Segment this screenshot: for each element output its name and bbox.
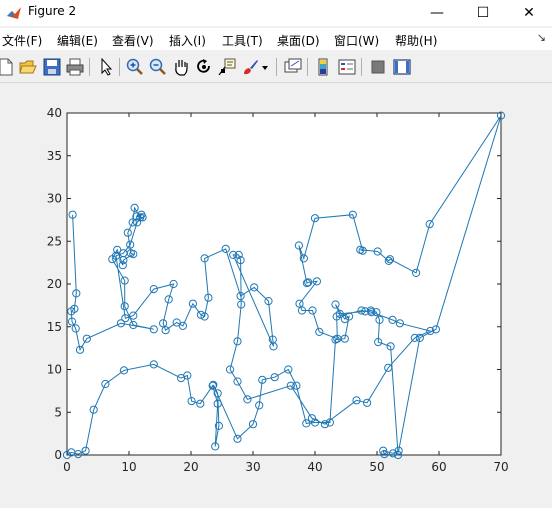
toolbar-separator — [89, 58, 90, 76]
figure-toolbar — [0, 52, 552, 83]
menu-insert[interactable]: 插入(I) — [169, 32, 206, 49]
figure-canvas: 0 10 20 30 40 50 60 70 0 5 10 15 20 25 30 35 40 — [0, 84, 552, 504]
y-tick-label: 10 — [47, 363, 62, 377]
minimize-icon: — — [430, 5, 444, 21]
toolbar-separator — [307, 58, 308, 76]
minimize-button[interactable]: — — [414, 0, 460, 26]
toolbar-separator — [276, 58, 277, 76]
zoom-out-icon[interactable] — [149, 58, 167, 76]
y-tick-label: 35 — [47, 149, 62, 163]
maximize-button[interactable]: ☐ — [460, 0, 506, 26]
y-tick-label: 5 — [54, 405, 62, 419]
menu-tools[interactable]: 工具(T) — [222, 32, 263, 49]
x-tick-label: 10 — [121, 460, 136, 474]
toolbar-separator — [361, 58, 362, 76]
y-tick-label: 30 — [47, 192, 62, 206]
x-tick-label: 60 — [431, 460, 446, 474]
insert-colorbar-icon[interactable] — [314, 58, 332, 76]
new-figure-icon[interactable] — [0, 58, 15, 76]
menu-view[interactable]: 查看(V) — [112, 32, 154, 49]
y-tick-label: 25 — [47, 234, 62, 248]
zoom-in-icon[interactable] — [126, 58, 144, 76]
print-icon[interactable] — [66, 58, 84, 76]
menu-file[interactable]: 文件(F) — [2, 32, 42, 49]
x-tick-label: 40 — [307, 460, 322, 474]
rotate-3d-icon[interactable] — [195, 58, 213, 76]
brush-icon[interactable] — [241, 58, 259, 76]
data-cursor-icon[interactable] — [218, 58, 236, 76]
y-tick-label: 0 — [54, 448, 62, 462]
dropdown-arrow-icon[interactable] — [260, 58, 270, 76]
x-tick-label: 50 — [369, 460, 384, 474]
matlab-icon — [7, 7, 21, 19]
x-tick-label: 0 — [63, 460, 71, 474]
maximize-icon: ☐ — [476, 5, 490, 21]
show-plot-tools-icon[interactable] — [393, 58, 411, 76]
x-tick-label: 70 — [493, 460, 508, 474]
menu-overflow-arrow-icon[interactable]: ↘ — [537, 31, 546, 44]
menu-window[interactable]: 窗口(W) — [334, 32, 379, 49]
window-title: Figure 2 — [28, 4, 77, 18]
menu-help[interactable]: 帮助(H) — [395, 32, 437, 49]
edit-plot-icon[interactable] — [97, 58, 115, 76]
y-tick-label: 20 — [47, 277, 62, 291]
close-button[interactable]: ✕ — [506, 0, 552, 26]
save-icon[interactable] — [43, 58, 61, 76]
menu-edit[interactable]: 编辑(E) — [57, 32, 98, 49]
menu-bar: 文件(F) 编辑(E) 查看(V) 插入(I) 工具(T) 桌面(D) 窗口(W… — [0, 28, 552, 50]
x-tick-label: 30 — [245, 460, 260, 474]
title-bar: Figure 2 — ☐ ✕ — [0, 0, 552, 26]
hide-plot-tools-icon[interactable] — [369, 58, 387, 76]
y-tick-label: 15 — [47, 320, 62, 334]
toolbar-separator — [119, 58, 120, 76]
menu-desktop[interactable]: 桌面(D) — [277, 32, 320, 49]
insert-legend-icon[interactable] — [338, 58, 356, 76]
y-tick-label: 40 — [47, 106, 62, 120]
line-plot[interactable]: 0 10 20 30 40 50 60 70 0 5 10 15 20 25 30 35 40 — [0, 84, 552, 504]
link-plot-icon[interactable] — [284, 58, 302, 76]
close-icon: ✕ — [523, 5, 535, 21]
x-tick-label: 20 — [183, 460, 198, 474]
open-file-icon[interactable] — [19, 58, 37, 76]
pan-icon[interactable] — [172, 58, 190, 76]
axes-box — [66, 112, 502, 456]
